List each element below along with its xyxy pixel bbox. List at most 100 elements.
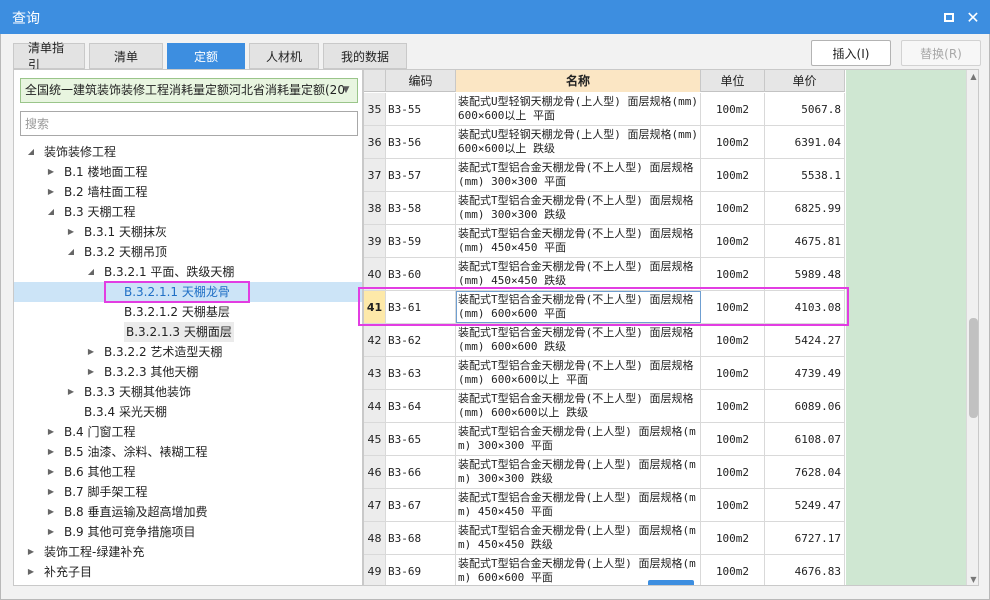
chevron-down-icon[interactable]: ▼ bbox=[338, 79, 354, 102]
tree-node[interactable]: ◢ B.3 天棚工程 bbox=[14, 202, 362, 222]
tree-node[interactable]: ▶ 装饰工程-绿建补充 bbox=[14, 542, 362, 562]
search-input[interactable] bbox=[20, 111, 358, 136]
tree-node[interactable]: B.3.4 采光天棚 bbox=[14, 402, 362, 422]
tab-3[interactable]: 人材机 bbox=[249, 43, 319, 69]
tree-node[interactable]: ▶ B.3.3 天棚其他装饰 bbox=[14, 382, 362, 402]
restore-icon[interactable] bbox=[940, 8, 958, 26]
tab-2[interactable]: 定额 bbox=[167, 43, 245, 69]
column-header[interactable]: 单价 bbox=[765, 70, 845, 92]
triangle-right-icon[interactable]: ▶ bbox=[26, 562, 36, 582]
tree-node[interactable]: ▶ B.5 油漆、涂料、裱糊工程 bbox=[14, 442, 362, 462]
replace-button[interactable]: 替换(R) bbox=[901, 40, 981, 66]
row-name: 装配式T型铝合金天棚龙骨(不上人型) 面层规格(mm) 300×300 跌级 bbox=[456, 192, 701, 224]
chapter-tree: ◢ 装饰装修工程 ▶ B.1 楼地面工程 ▶ B.2 墙柱面工程 ◢ B.3 天棚工程 ▶ B.3… bbox=[14, 142, 362, 582]
row-number: 39 bbox=[364, 225, 386, 257]
triangle-right-icon[interactable]: ▶ bbox=[46, 162, 56, 182]
tree-node-label: B.3.1 天棚抹灰 bbox=[84, 225, 167, 239]
table-row[interactable]: 36 B3-56 装配式U型轻钢天棚龙骨(上人型) 面层规格(mm) 600×600… bbox=[364, 126, 845, 159]
triangle-right-icon[interactable]: ▶ bbox=[46, 422, 56, 442]
tab-1[interactable]: 清单 bbox=[89, 43, 163, 69]
tree-node[interactable]: ◢ B.3.2 天棚吊顶 bbox=[14, 242, 362, 262]
insert-button[interactable]: 插入(I) bbox=[811, 40, 891, 66]
close-icon[interactable]: ✕ bbox=[964, 8, 982, 27]
tree-node-label: 装饰工程-绿建补充 bbox=[44, 545, 145, 559]
triangle-down-icon[interactable]: ◢ bbox=[26, 142, 36, 162]
tree-node[interactable]: ▶ 补充子目 bbox=[14, 562, 362, 582]
triangle-down-icon[interactable]: ◢ bbox=[86, 262, 96, 282]
triangle-right-icon[interactable]: ▶ bbox=[46, 502, 56, 522]
scroll-up-icon[interactable]: ▲ bbox=[967, 70, 978, 84]
tree-node[interactable]: ◢ B.3.2.1 平面、跌级天棚 bbox=[14, 262, 362, 282]
table-row[interactable]: 43 B3-63 装配式T型铝合金天棚龙骨(不上人型) 面层规格(mm) 600×6… bbox=[364, 357, 845, 390]
row-price: 4675.81 bbox=[765, 225, 845, 257]
tree-node[interactable]: B.3.2.1.2 天棚基层 bbox=[14, 302, 362, 322]
table-row[interactable]: 37 B3-57 装配式T型铝合金天棚龙骨(不上人型) 面层规格(mm) 300×3… bbox=[364, 159, 845, 192]
column-header[interactable] bbox=[364, 70, 386, 92]
table-row[interactable]: 42 B3-62 装配式T型铝合金天棚龙骨(不上人型) 面层规格(mm) 600×6… bbox=[364, 324, 845, 357]
row-name: 装配式T型铝合金天棚龙骨(上人型) 面层规格(mm) 300×300 跌级 bbox=[456, 456, 701, 488]
library-select[interactable]: 全国统一建筑装饰装修工程消耗量定额河北省消耗量定额(20 ▼ bbox=[20, 78, 358, 103]
triangle-right-icon[interactable]: ▶ bbox=[46, 522, 56, 542]
triangle-right-icon[interactable]: ▶ bbox=[66, 222, 76, 242]
table-row[interactable]: 48 B3-68 装配式T型铝合金天棚龙骨(上人型) 面层规格(mm) 450×45… bbox=[364, 522, 845, 555]
tree-node[interactable]: ▶ B.3.2.3 其他天棚 bbox=[14, 362, 362, 382]
triangle-right-icon[interactable]: ▶ bbox=[46, 462, 56, 482]
row-number: 41 bbox=[364, 291, 386, 323]
tree-node-label: B.1 楼地面工程 bbox=[64, 165, 148, 179]
triangle-down-icon[interactable]: ◢ bbox=[46, 202, 56, 222]
tree-node[interactable]: ▶ B.9 其他可竞争措施项目 bbox=[14, 522, 362, 542]
triangle-right-icon[interactable]: ▶ bbox=[46, 442, 56, 462]
vertical-scrollbar[interactable]: ▲ ▼ bbox=[966, 70, 978, 585]
tab-4[interactable]: 我的数据 bbox=[323, 43, 407, 69]
row-name: 装配式T型铝合金天棚龙骨(不上人型) 面层规格(mm) 450×450 平面 bbox=[456, 225, 701, 257]
tree-node[interactable]: ▶ B.2 墙柱面工程 bbox=[14, 182, 362, 202]
row-unit: 100m2 bbox=[701, 423, 765, 455]
column-header[interactable]: 编码 bbox=[386, 70, 456, 92]
tree-node[interactable]: ▶ B.3.2.2 艺术造型天棚 bbox=[14, 342, 362, 362]
triangle-right-icon[interactable]: ▶ bbox=[66, 382, 76, 402]
tree-node[interactable]: ▶ B.6 其他工程 bbox=[14, 462, 362, 482]
triangle-right-icon[interactable]: ▶ bbox=[46, 482, 56, 502]
tree-node[interactable]: ▶ B.8 垂直运输及超高增加费 bbox=[14, 502, 362, 522]
tree-node[interactable]: ◢ 装饰装修工程 bbox=[14, 142, 362, 162]
column-header[interactable]: 名称 bbox=[456, 70, 701, 92]
row-price: 7628.04 bbox=[765, 456, 845, 488]
table-row[interactable]: 45 B3-65 装配式T型铝合金天棚龙骨(上人型) 面层规格(mm) 300×30… bbox=[364, 423, 845, 456]
row-code: B3-66 bbox=[386, 456, 456, 488]
table-row[interactable]: 41 B3-61 装配式T型铝合金天棚龙骨(不上人型) 面层规格(mm) 600×6… bbox=[364, 291, 845, 324]
tree-node[interactable]: B.3.2.1.1 天棚龙骨 bbox=[14, 282, 362, 302]
table-row[interactable]: 35 B3-55 装配式U型轻钢天棚龙骨(上人型) 面层规格(mm) 600×600… bbox=[364, 93, 845, 126]
row-code: B3-59 bbox=[386, 225, 456, 257]
triangle-down-icon[interactable]: ◢ bbox=[66, 242, 76, 262]
row-code: B3-68 bbox=[386, 522, 456, 554]
table-row[interactable]: 44 B3-64 装配式T型铝合金天棚龙骨(不上人型) 面层规格(mm) 600×6… bbox=[364, 390, 845, 423]
tree-node[interactable]: ▶ B.3.1 天棚抹灰 bbox=[14, 222, 362, 242]
row-number: 42 bbox=[364, 324, 386, 356]
triangle-right-icon[interactable]: ▶ bbox=[46, 182, 56, 202]
tree-node-label: B.3.2.2 艺术造型天棚 bbox=[104, 345, 223, 359]
triangle-right-icon[interactable]: ▶ bbox=[26, 542, 36, 562]
table-row[interactable]: 46 B3-66 装配式T型铝合金天棚龙骨(上人型) 面层规格(mm) 300×30… bbox=[364, 456, 845, 489]
tree-node-label: B.3.2.1.1 天棚龙骨 bbox=[124, 285, 230, 299]
column-header[interactable]: 单位 bbox=[701, 70, 765, 92]
table-row[interactable]: 47 B3-67 装配式T型铝合金天棚龙骨(上人型) 面层规格(mm) 450×45… bbox=[364, 489, 845, 522]
triangle-right-icon[interactable]: ▶ bbox=[86, 342, 96, 362]
table-row[interactable]: 40 B3-60 装配式T型铝合金天棚龙骨(不上人型) 面层规格(mm) 450×4… bbox=[364, 258, 845, 291]
left-panel: 全国统一建筑装饰装修工程消耗量定额河北省消耗量定额(20 ▼ ◢ 装饰装修工程 ▶ B… bbox=[13, 69, 363, 586]
scroll-down-icon[interactable]: ▼ bbox=[967, 573, 978, 585]
row-number: 47 bbox=[364, 489, 386, 521]
tree-node[interactable]: ▶ B.7 脚手架工程 bbox=[14, 482, 362, 502]
tree-node[interactable]: ▶ B.1 楼地面工程 bbox=[14, 162, 362, 182]
scroll-thumb[interactable] bbox=[969, 318, 978, 418]
tab-0[interactable]: 清单指引 bbox=[13, 41, 85, 72]
table-row[interactable]: 49 B3-69 装配式T型铝合金天棚龙骨(上人型) 面层规格(mm) 600×60… bbox=[364, 555, 845, 585]
row-price: 6727.17 bbox=[765, 522, 845, 554]
tree-node[interactable]: ▶ B.4 门窗工程 bbox=[14, 422, 362, 442]
triangle-right-icon[interactable]: ▶ bbox=[86, 362, 96, 382]
row-number: 36 bbox=[364, 126, 386, 158]
panel-collapse-handle[interactable] bbox=[648, 580, 694, 585]
table-row[interactable]: 39 B3-59 装配式T型铝合金天棚龙骨(不上人型) 面层规格(mm) 450×4… bbox=[364, 225, 845, 258]
tree-node[interactable]: B.3.2.1.3 天棚面层 bbox=[14, 322, 362, 342]
table-row[interactable]: 38 B3-58 装配式T型铝合金天棚龙骨(不上人型) 面层规格(mm) 300×3… bbox=[364, 192, 845, 225]
row-price: 4676.83 bbox=[765, 555, 845, 585]
